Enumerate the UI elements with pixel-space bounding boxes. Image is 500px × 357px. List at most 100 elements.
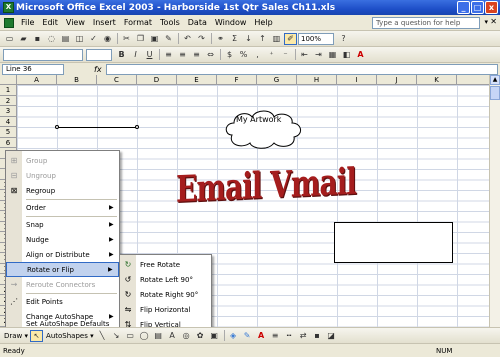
borders-icon[interactable]: ▦ <box>326 49 339 61</box>
autosum-icon[interactable]: Σ <box>228 33 241 45</box>
menu-item-reroute[interactable]: ⇝ Reroute Connectors <box>6 277 119 292</box>
column-header[interactable]: B <box>57 75 97 85</box>
bold-icon[interactable]: B <box>115 49 128 61</box>
column-header[interactable]: F <box>217 75 257 85</box>
decrease-decimal-icon[interactable]: ⁻ <box>279 49 292 61</box>
permission-icon[interactable]: ◌ <box>45 33 58 45</box>
column-header[interactable]: K <box>417 75 457 85</box>
redo-icon[interactable]: ↷ <box>195 33 208 45</box>
column-header[interactable]: I <box>337 75 377 85</box>
menu-format[interactable]: Format <box>120 18 156 27</box>
row-header[interactable]: 4 <box>0 116 17 127</box>
menu-item-ungroup[interactable]: ⊟ Ungroup <box>6 168 119 183</box>
menu-item-order[interactable]: Order ▶ <box>6 200 119 215</box>
row-header[interactable]: 5 <box>0 127 17 138</box>
format-painter-icon[interactable]: ✎ <box>162 33 175 45</box>
diagram-tool-icon[interactable]: ◎ <box>180 330 193 342</box>
close-button[interactable]: x <box>485 1 498 14</box>
menu-insert[interactable]: Insert <box>89 18 120 27</box>
wordart-tool-icon[interactable]: A <box>166 330 179 342</box>
print-preview-icon[interactable]: ◫ <box>73 33 86 45</box>
decrease-indent-icon[interactable]: ⇤ <box>298 49 311 61</box>
menu-item-snap[interactable]: Snap ▶ <box>6 217 119 232</box>
3d-style-icon[interactable]: ◪ <box>325 330 338 342</box>
cloud-shape[interactable] <box>222 107 304 149</box>
increase-indent-icon[interactable]: ⇥ <box>312 49 325 61</box>
menu-edit[interactable]: Edit <box>38 18 62 27</box>
row-header[interactable]: 6 <box>0 137 17 148</box>
select-objects-icon[interactable]: ↖ <box>30 329 44 342</box>
column-header[interactable]: D <box>137 75 177 85</box>
italic-icon[interactable]: I <box>129 49 142 61</box>
underline-icon[interactable]: U <box>143 49 156 61</box>
line-start-handle[interactable] <box>55 125 59 129</box>
comma-icon[interactable]: , <box>251 49 264 61</box>
column-header[interactable]: C <box>97 75 137 85</box>
spelling-icon[interactable]: ✓ <box>87 33 100 45</box>
chart-wizard-icon[interactable]: ▥ <box>270 33 283 45</box>
arrow-tool-icon[interactable]: ↘ <box>110 330 123 342</box>
excel-app-icon[interactable]: X <box>3 2 14 13</box>
draw-menu-button[interactable]: Draw ▾ <box>2 332 30 340</box>
menu-file[interactable]: File <box>17 18 38 27</box>
paste-icon[interactable]: ▣ <box>148 33 161 45</box>
maximize-button[interactable]: □ <box>471 1 484 14</box>
menu-help[interactable]: Help <box>250 18 276 27</box>
arrow-style-icon[interactable]: ⇄ <box>297 330 310 342</box>
line-color-icon[interactable]: ✎ <box>241 330 254 342</box>
menu-item-free-rotate[interactable]: ↻ Free Rotate <box>120 257 211 272</box>
save-icon[interactable]: ▪ <box>31 33 44 45</box>
hyperlink-icon[interactable]: ⚭ <box>214 33 227 45</box>
menu-tools[interactable]: Tools <box>156 18 184 27</box>
name-box[interactable]: Line 36 <box>2 63 64 75</box>
menu-item-align[interactable]: Align or Distribute ▶ <box>6 247 119 262</box>
formula-input[interactable] <box>105 63 498 75</box>
line-shape[interactable] <box>57 127 137 128</box>
menu-data[interactable]: Data <box>184 18 211 27</box>
fill-color-icon[interactable]: ◈ <box>227 330 240 342</box>
scroll-up-icon[interactable]: ▲ <box>490 75 500 85</box>
increase-decimal-icon[interactable]: ⁺ <box>265 49 278 61</box>
menu-item-nudge[interactable]: Nudge ▶ <box>6 232 119 247</box>
zoom-select[interactable]: 100% <box>298 32 334 45</box>
help-search-input[interactable]: Type a question for help <box>372 17 480 29</box>
center-icon[interactable]: ≡ <box>176 49 189 61</box>
line-tool-icon[interactable]: ╲ <box>96 330 109 342</box>
minimize-button[interactable]: _ <box>457 1 470 14</box>
shadow-style-icon[interactable]: ▪ <box>311 330 324 342</box>
line-style-icon[interactable]: ≡ <box>269 330 282 342</box>
fill-color-icon[interactable]: ◧ <box>340 49 353 61</box>
sort-ascending-icon[interactable]: ↓ <box>242 33 255 45</box>
autoshapes-menu-button[interactable]: AutoShapes ▾ <box>44 332 96 340</box>
column-header[interactable]: H <box>297 75 337 85</box>
align-left-icon[interactable]: ≡ <box>162 49 175 61</box>
menu-view[interactable]: View <box>62 18 89 27</box>
copy-icon[interactable]: ❐ <box>134 33 147 45</box>
vertical-scrollbar[interactable]: ▲ <box>489 75 500 327</box>
menu-window[interactable]: Window <box>211 18 251 27</box>
insert-function-icon[interactable]: fx <box>94 65 102 74</box>
rectangle-tool-icon[interactable]: ▭ <box>124 330 137 342</box>
row-header[interactable]: 3 <box>0 106 17 117</box>
menu-item-rotate-left[interactable]: ↺ Rotate Left 90° <box>120 272 211 287</box>
line-end-handle[interactable] <box>135 125 139 129</box>
sort-descending-icon[interactable]: ↑ <box>256 33 269 45</box>
clipart-tool-icon[interactable]: ✿ <box>194 330 207 342</box>
merge-center-icon[interactable]: ⇔ <box>204 49 217 61</box>
oval-tool-icon[interactable]: ◯ <box>138 330 151 342</box>
open-icon[interactable]: ▰ <box>17 33 30 45</box>
drawing-icon[interactable]: ✐ <box>284 32 297 45</box>
wordart[interactable]: Email Vmail <box>176 160 356 211</box>
align-right-icon[interactable]: ≡ <box>190 49 203 61</box>
menu-item-rotate-right[interactable]: ↻ Rotate Right 90° <box>120 287 211 302</box>
workbook-close-icon[interactable]: ✕ <box>490 17 497 26</box>
dash-style-icon[interactable]: ┅ <box>283 330 296 342</box>
cut-icon[interactable]: ✂ <box>120 33 133 45</box>
column-header[interactable]: E <box>177 75 217 85</box>
font-name-select[interactable] <box>3 48 83 61</box>
column-header[interactable]: G <box>257 75 297 85</box>
font-color-icon[interactable]: A <box>354 49 367 61</box>
new-icon[interactable]: ▭ <box>3 33 16 45</box>
menu-item-flip-horizontal[interactable]: ⇋ Flip Horizontal <box>120 302 211 317</box>
help-dropdown-icon[interactable]: ▾ <box>484 18 488 26</box>
